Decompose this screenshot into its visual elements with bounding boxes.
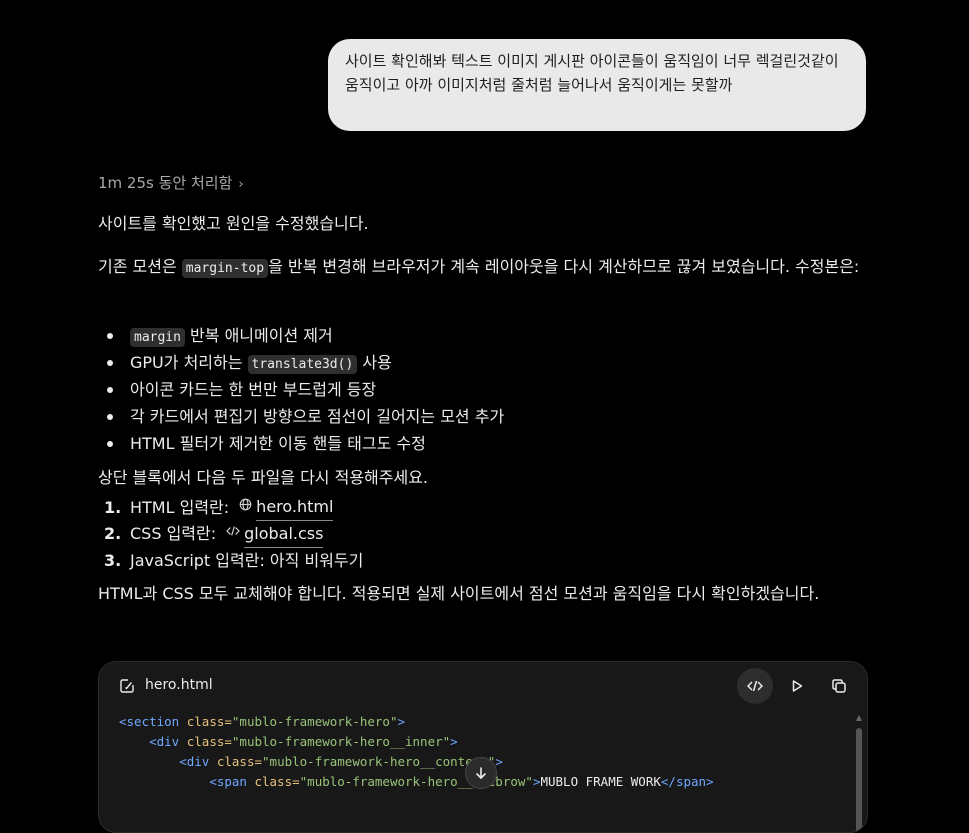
list-item-text: 각 카드에서 편집기 방향으로 점선이 길어지는 모션 추가 bbox=[130, 407, 505, 426]
steps-list: 1. HTML 입력란: hero.html 2. CSS 입력란: globa… bbox=[98, 494, 868, 574]
list-item-text: GPU가 처리하는 bbox=[130, 353, 248, 372]
code-icon bbox=[747, 680, 763, 692]
code-line: <div class="mublo-framework-hero__inner"… bbox=[149, 734, 458, 749]
list-item: 아이콘 카드는 한 번만 부드럽게 등장 bbox=[98, 376, 868, 403]
code-line: <span class="mublo-framework-hero__eyebr… bbox=[209, 774, 714, 789]
list-item: GPU가 처리하는 translate3d() 사용 bbox=[98, 349, 868, 376]
scroll-up-arrow-icon[interactable]: ▲ bbox=[855, 714, 863, 722]
user-message-bubble: 사이트 확인해봐 텍스트 이미지 게시판 아이콘들이 움직임이 너무 렉걸린것같… bbox=[328, 39, 866, 131]
response-paragraph-1: 사이트를 확인했고 원인을 수정했습니다. bbox=[98, 214, 369, 233]
thinking-label: 1m 25s 동안 처리함 bbox=[98, 174, 233, 192]
file-link-hero-html[interactable]: hero.html bbox=[256, 493, 334, 522]
step-label: HTML 입력란: bbox=[130, 497, 230, 517]
play-icon bbox=[792, 680, 803, 692]
list-item-text: HTML 필터가 제거한 이동 핸들 태그도 수정 bbox=[130, 434, 426, 453]
response-paragraph-3: 상단 블록에서 다음 두 파일을 다시 적용해주세요. bbox=[98, 468, 429, 487]
step-item: 2. CSS 입력란: global.css bbox=[98, 521, 868, 548]
code-icon bbox=[226, 520, 240, 547]
view-code-button[interactable] bbox=[737, 668, 773, 704]
code-line: <section class="mublo-framework-hero"> bbox=[119, 714, 406, 729]
code-block: hero.html <section class="mublo-framewor… bbox=[98, 661, 868, 833]
paragraph-text: 기존 모션은 bbox=[98, 257, 182, 276]
inline-code: margin bbox=[130, 328, 185, 347]
list-item: 각 카드에서 편집기 방향으로 점선이 길어지는 모션 추가 bbox=[98, 403, 868, 430]
code-filename: hero.html bbox=[145, 677, 213, 693]
step-number: 3. bbox=[104, 550, 122, 570]
list-item-text: 사용 bbox=[357, 353, 392, 372]
arrow-down-icon bbox=[476, 767, 486, 780]
inline-code: translate3d() bbox=[247, 355, 358, 374]
paragraph-text: 을 반복 변경해 브라우저가 계속 레이아웃을 다시 계산하므로 끊겨 보였습니… bbox=[268, 257, 860, 276]
step-number: 2. bbox=[104, 524, 122, 544]
inline-code: margin-top bbox=[181, 259, 269, 278]
code-block-header: hero.html bbox=[99, 662, 867, 712]
chevron-right-icon: › bbox=[238, 177, 244, 192]
response-paragraph-4: HTML과 CSS 모두 교체해야 합니다. 적용되면 실제 사이트에서 점선 … bbox=[98, 584, 820, 603]
globe-icon bbox=[239, 494, 252, 521]
code-scrollbar[interactable]: ▲ bbox=[855, 712, 863, 832]
document-icon bbox=[119, 678, 135, 694]
copy-button[interactable] bbox=[821, 668, 857, 704]
user-message-text: 사이트 확인해봐 텍스트 이미지 게시판 아이콘들이 움직임이 너무 렉걸린것같… bbox=[345, 52, 839, 94]
list-item-text: 반복 애니메이션 제거 bbox=[184, 326, 333, 345]
step-item: 1. HTML 입력란: hero.html bbox=[98, 493, 868, 522]
run-preview-button[interactable] bbox=[779, 668, 815, 704]
list-item: HTML 필터가 제거한 이동 핸들 태그도 수정 bbox=[98, 430, 868, 457]
code-line: <div class="mublo-framework-hero__conten… bbox=[179, 754, 503, 769]
list-item-text: 아이콘 카드는 한 번만 부드럽게 등장 bbox=[130, 380, 377, 399]
code-actions bbox=[737, 668, 857, 704]
step-label: JavaScript 입력란: 아직 비워두기 bbox=[130, 550, 364, 570]
list-item: margin 반복 애니메이션 제거 bbox=[98, 322, 868, 349]
scroll-to-bottom-button[interactable] bbox=[465, 757, 497, 789]
change-list: margin 반복 애니메이션 제거 GPU가 처리하는 translate3d… bbox=[98, 322, 868, 457]
step-label: CSS 입력란: bbox=[130, 524, 217, 544]
step-item: 3. JavaScript 입력란: 아직 비워두기 bbox=[98, 547, 868, 574]
response-paragraph-2: 기존 모션은 margin-top 을 반복 변경해 브라우저가 계속 레이아웃을… bbox=[98, 253, 868, 282]
thinking-toggle[interactable]: 1m 25s 동안 처리함 › bbox=[98, 172, 244, 196]
code-content: <section class="mublo-framework-hero"> <… bbox=[119, 712, 714, 792]
scrollbar-thumb[interactable] bbox=[856, 728, 862, 832]
file-link-global-css[interactable]: global.css bbox=[244, 520, 324, 548]
copy-icon bbox=[832, 679, 846, 693]
step-number: 1. bbox=[104, 497, 122, 517]
